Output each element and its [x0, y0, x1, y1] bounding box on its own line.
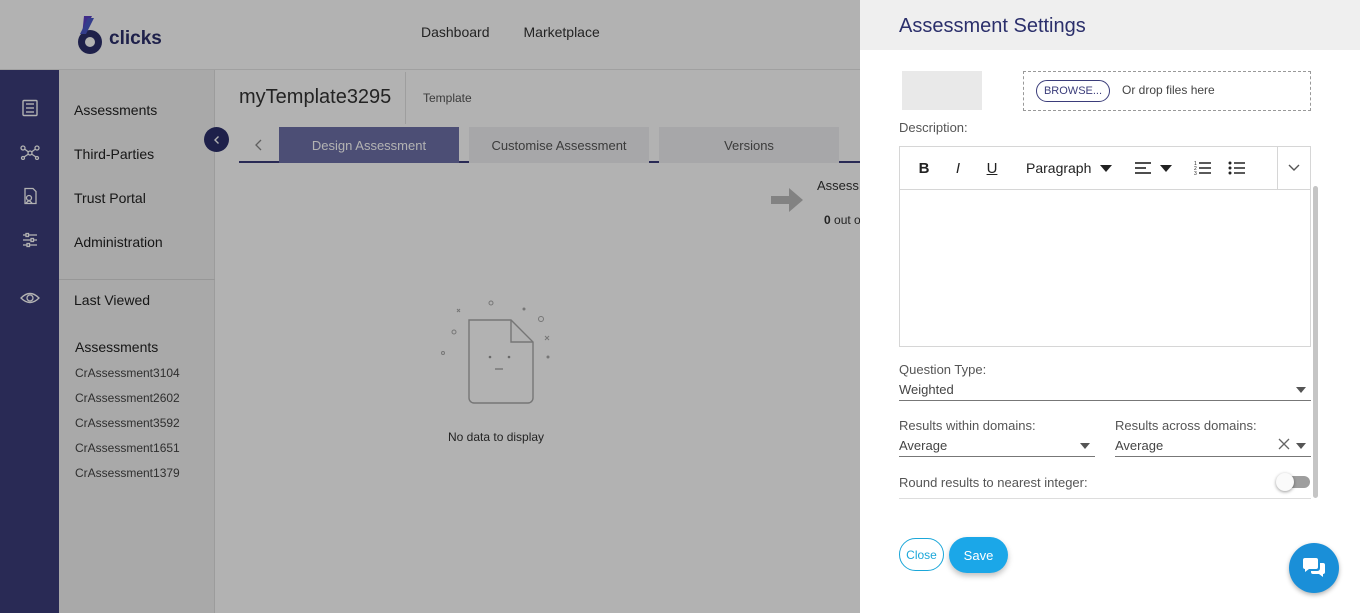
bullet-list-icon: [1228, 161, 1245, 175]
results-within-domains-select[interactable]: Average: [899, 435, 1095, 457]
numbered-list-icon: 123: [1194, 161, 1211, 176]
editor-toolbar: B I U Paragraph 123: [900, 147, 1310, 190]
browse-button[interactable]: BROWSE...: [1036, 80, 1110, 102]
svg-text:3: 3: [1194, 171, 1197, 176]
question-type-label: Question Type:: [899, 362, 987, 377]
panel-header: Assessment Settings: [860, 0, 1360, 50]
caret-down-icon: [1100, 164, 1113, 172]
more-options-button[interactable]: [1284, 158, 1304, 178]
caret-down-icon: [1080, 443, 1090, 449]
caret-down-icon: [1160, 164, 1172, 172]
drop-files-text: Or drop files here: [1122, 83, 1215, 97]
round-results-label: Round results to nearest integer:: [899, 475, 1088, 490]
caret-down-icon: [1296, 387, 1306, 393]
description-editor[interactable]: B I U Paragraph 123: [899, 146, 1311, 347]
app-root: clicks Dashboard Marketplace Assessments…: [0, 0, 1360, 613]
question-type-select[interactable]: Weighted: [899, 379, 1311, 401]
underline-button[interactable]: U: [982, 158, 1002, 178]
round-results-toggle[interactable]: [1276, 473, 1310, 491]
results-within-domains-value: Average: [899, 438, 948, 453]
image-preview: [902, 71, 982, 110]
paragraph-label: Paragraph: [1026, 160, 1092, 176]
results-across-domains-select[interactable]: Average: [1115, 435, 1311, 457]
bold-button[interactable]: B: [914, 158, 934, 178]
italic-button[interactable]: I: [948, 158, 968, 178]
toggle-knob: [1276, 473, 1294, 491]
bullet-list-button[interactable]: [1226, 158, 1248, 178]
chat-button[interactable]: [1289, 543, 1339, 593]
file-drop-zone[interactable]: BROWSE... Or drop files here: [1023, 71, 1311, 111]
assessment-settings-panel: Assessment Settings BROWSE... Or drop fi…: [860, 0, 1360, 613]
close-button[interactable]: Close: [899, 538, 944, 571]
clear-icon[interactable]: [1278, 438, 1290, 453]
numbered-list-button[interactable]: 123: [1192, 158, 1214, 178]
round-divider: [899, 498, 1311, 499]
toolbar-separator: [1277, 147, 1278, 189]
description-label: Description:: [899, 120, 968, 135]
results-across-domains-label: Results across domains:: [1115, 418, 1257, 433]
results-within-domains-label: Results within domains:: [899, 418, 1036, 433]
question-type-value: Weighted: [899, 382, 954, 397]
paragraph-dropdown[interactable]: Paragraph: [1026, 158, 1113, 178]
panel-title: Assessment Settings: [899, 15, 1086, 37]
panel-scrollbar[interactable]: [1313, 186, 1318, 498]
align-dropdown[interactable]: [1134, 158, 1176, 178]
caret-down-icon: [1296, 443, 1306, 449]
results-across-domains-value: Average: [1115, 438, 1164, 453]
align-left-icon: [1135, 162, 1151, 174]
chevron-down-icon: [1288, 164, 1300, 171]
save-button[interactable]: Save: [949, 537, 1008, 573]
chat-icon: [1303, 558, 1325, 577]
